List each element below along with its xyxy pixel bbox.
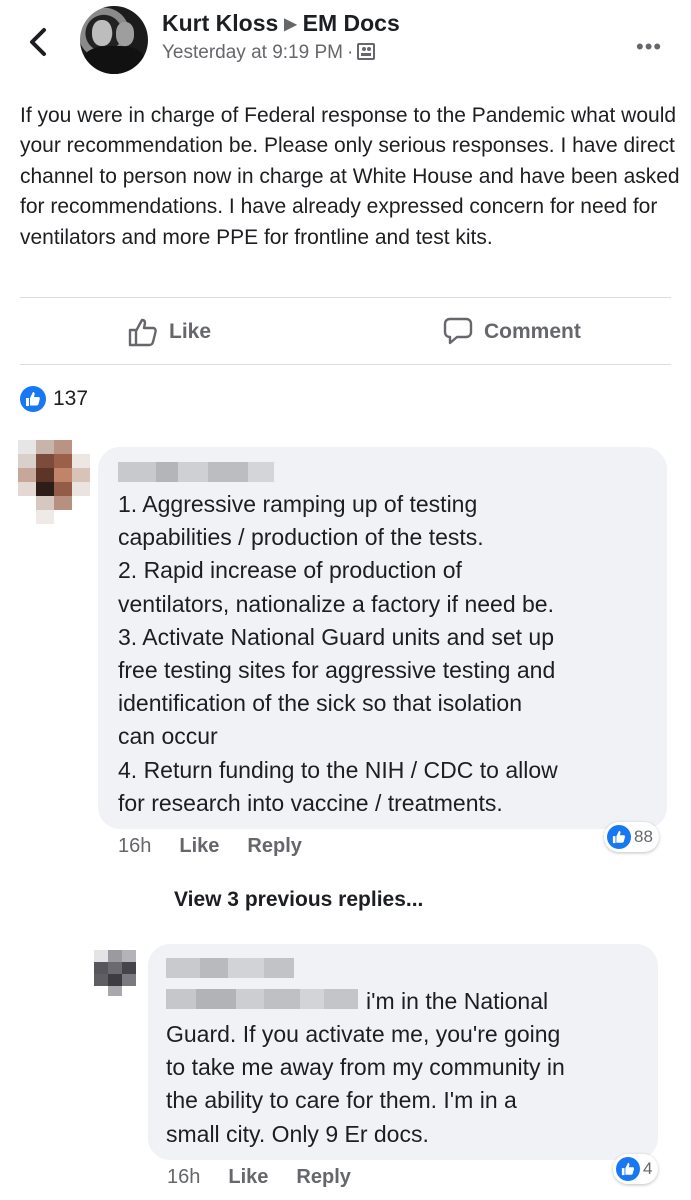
comment-label: Comment <box>484 320 581 343</box>
comment-meta: 16h Like Reply <box>118 835 330 858</box>
commenter-avatar[interactable] <box>18 440 90 524</box>
back-chevron-icon[interactable] <box>22 22 58 62</box>
meta-separator: · <box>346 42 354 63</box>
group-icon <box>357 43 376 60</box>
group-name[interactable]: EM Docs <box>303 10 400 36</box>
view-previous-replies[interactable]: View 3 previous replies... <box>174 888 423 912</box>
like-reaction-icon <box>20 386 46 412</box>
reply-text: Guard. If you activate me, you're going … <box>166 1021 565 1147</box>
reply-meta: 16h Like Reply <box>167 1166 379 1189</box>
divider-bottom <box>20 364 671 365</box>
post-timestamp[interactable]: Yesterday at 9:19 PM <box>162 42 343 63</box>
tagged-name-blurred <box>166 989 358 1009</box>
replier-avatar[interactable] <box>94 950 136 996</box>
comment-time: 16h <box>118 835 152 857</box>
divider-top <box>20 297 671 298</box>
like-label: Like <box>169 320 212 343</box>
reply-reply-button[interactable]: Reply <box>296 1166 350 1189</box>
reply-reaction-pill[interactable]: 4 <box>613 1154 659 1184</box>
thumbs-up-icon <box>128 318 157 347</box>
post-meta: Yesterday at 9:19 PM · <box>162 42 376 64</box>
reply-first-line: i'm in the National <box>366 988 549 1014</box>
post-header: Kurt Kloss ▶ EM Docs Yesterday at 9:19 PM ·… <box>0 0 691 90</box>
comment-reaction-pill[interactable]: 88 <box>604 822 659 852</box>
post-title-line: Kurt Kloss ▶ EM Docs <box>162 10 400 37</box>
comment-reply-button[interactable]: Reply <box>247 835 301 858</box>
comment-reaction-count: 88 <box>634 827 653 846</box>
post-reactions[interactable]: 137 <box>20 386 88 412</box>
reply-reaction-count: 4 <box>643 1159 653 1178</box>
arrow-right-icon: ▶ <box>284 16 297 33</box>
reaction-count: 137 <box>53 387 89 410</box>
comment-button[interactable]: Comment <box>442 316 581 348</box>
comment-icon <box>443 317 473 345</box>
author-avatar[interactable] <box>80 6 148 74</box>
replier-name-blurred <box>166 958 294 978</box>
post-actions: Like Comment <box>0 300 691 362</box>
reply-time: 16h <box>167 1166 201 1188</box>
comment-text: 1. Aggressive ramping up of testing capa… <box>118 491 558 816</box>
commenter-name-blurred <box>118 462 274 482</box>
author-name[interactable]: Kurt Kloss <box>162 10 278 36</box>
like-reaction-icon <box>616 1157 640 1181</box>
post-text: If you were in charge of Federal respons… <box>20 104 680 249</box>
like-button[interactable]: Like <box>127 316 211 348</box>
reply-like-button[interactable]: Like <box>228 1166 268 1189</box>
like-reaction-icon <box>607 825 631 849</box>
reply-bubble[interactable]: i'm in the National Guard. If you activa… <box>148 944 658 1160</box>
more-icon[interactable]: ••• <box>636 34 662 60</box>
comment-bubble[interactable]: 1. Aggressive ramping up of testing capa… <box>98 447 667 829</box>
comment-like-button[interactable]: Like <box>179 835 219 858</box>
